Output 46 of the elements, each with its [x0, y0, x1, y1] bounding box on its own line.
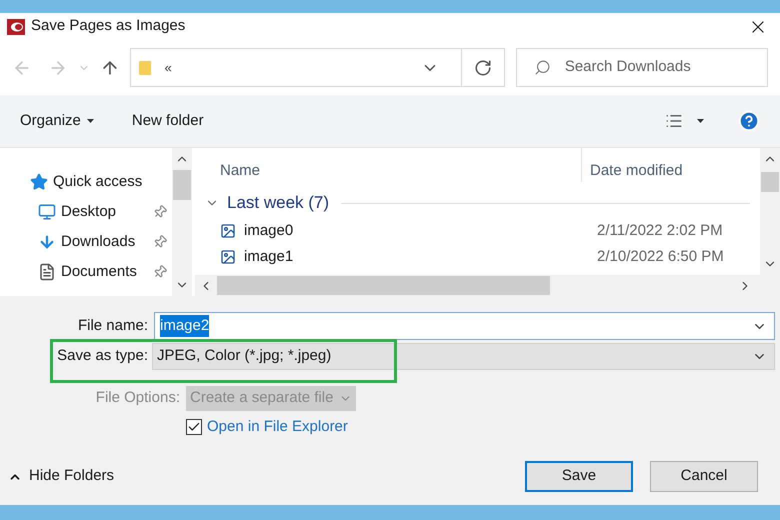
save-type-dropdown[interactable]: JPEG, Color (*.jpg; *.jpeg): [152, 343, 775, 370]
download-icon: [38, 233, 56, 251]
sidebar-item[interactable]: Downloads: [0, 232, 172, 252]
folder-icon: [138, 60, 150, 76]
field-label: File name:: [76, 316, 148, 336]
group-heading[interactable]: Last week (7): [227, 190, 330, 216]
column-header[interactable]: Date modified: [582, 160, 683, 182]
column-header[interactable]: Name: [195, 160, 581, 182]
field-label: Save as type:: [56, 346, 148, 366]
checkbox[interactable]: [186, 419, 202, 435]
document-icon: [38, 263, 56, 281]
field-label: File Options:: [94, 388, 180, 408]
image-file-icon: [220, 249, 236, 265]
scrollbar[interactable]: [760, 148, 780, 275]
window-title: Save Pages as Images: [31, 16, 186, 36]
scroll-thumb[interactable]: [761, 172, 779, 192]
new-folder-button[interactable]: New folder: [132, 110, 204, 132]
hide-folders-button[interactable]: Hide Folders: [8, 465, 114, 488]
cancel-button[interactable]: Cancel: [650, 461, 758, 492]
help-icon[interactable]: [738, 110, 760, 132]
save-button[interactable]: Save: [525, 461, 633, 492]
search-icon: [534, 59, 551, 76]
file-name-field[interactable]: image2: [154, 312, 775, 340]
star-icon: [30, 173, 48, 191]
file-row[interactable]: image0 2/11/2022 2:02 PM: [195, 218, 760, 244]
scroll-thumb[interactable]: [217, 276, 550, 295]
scrollbar[interactable]: [172, 148, 192, 296]
sidebar-item[interactable]: Desktop: [0, 202, 172, 222]
search-field[interactable]: Search Downloads: [564, 56, 745, 79]
image-file-icon: [220, 223, 236, 239]
address-bar[interactable]: «: [130, 48, 505, 87]
address-text: «: [164, 58, 172, 77]
monitor-icon: [38, 203, 56, 221]
checkbox-label[interactable]: Open in File Explorer: [207, 416, 348, 438]
sidebar-item[interactable]: Quick access: [0, 172, 172, 192]
caret-icon[interactable]: [697, 119, 704, 123]
refresh-icon[interactable]: [474, 58, 492, 76]
app-logo-icon: [7, 18, 25, 34]
view-list-icon[interactable]: [665, 112, 683, 130]
organize-menu[interactable]: Organize: [20, 110, 94, 132]
sidebar-item[interactable]: Documents: [0, 262, 172, 282]
file-row[interactable]: image1 2/10/2022 6:50 PM: [195, 244, 760, 270]
scrollbar[interactable]: [195, 275, 780, 296]
scroll-thumb[interactable]: [173, 170, 191, 200]
caret-icon: [86, 119, 94, 123]
search-box[interactable]: Search Downloads: [516, 48, 768, 87]
